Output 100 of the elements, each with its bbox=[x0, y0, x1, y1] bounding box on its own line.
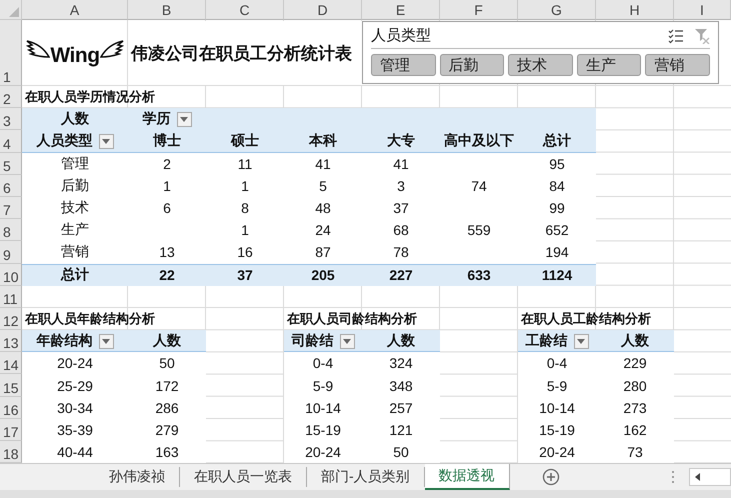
table-cell-text: 0-4 bbox=[312, 354, 334, 374]
column-header[interactable]: D bbox=[284, 0, 362, 20]
total-cell-text: 227 bbox=[388, 266, 414, 285]
table-cell-text: 41 bbox=[314, 154, 332, 174]
sheet-title: 伟凌公司在职员工分析统计表 bbox=[128, 21, 362, 85]
table-cell-text: 24 bbox=[314, 221, 332, 240]
slicer-item[interactable]: 后勤 bbox=[440, 54, 504, 76]
table-cell-text: 15-19 bbox=[538, 420, 576, 440]
table-cell-text: 78 bbox=[392, 243, 410, 262]
row-header[interactable]: 4 bbox=[0, 130, 22, 153]
table-cell-text: 324 bbox=[388, 354, 414, 374]
total-cell-text: 22 bbox=[158, 266, 176, 285]
total-cell-text: 633 bbox=[466, 266, 492, 285]
table-cell-text: 68 bbox=[392, 221, 410, 240]
row-header[interactable]: 6 bbox=[0, 174, 22, 197]
table-cell-text: 162 bbox=[622, 420, 648, 440]
table-cell-text: 2 bbox=[162, 154, 172, 174]
row-header[interactable]: 7 bbox=[0, 196, 22, 220]
table-cell-text: 0-4 bbox=[546, 354, 568, 374]
caret-icon bbox=[102, 338, 110, 344]
row-header[interactable]: 9 bbox=[0, 241, 22, 264]
row-header[interactable]: 13 bbox=[0, 330, 22, 352]
table-cell-text: 172 bbox=[154, 376, 180, 396]
column-header[interactable]: A bbox=[22, 0, 128, 20]
table-cell-text: 163 bbox=[154, 443, 180, 462]
table-cell-text: 50 bbox=[158, 354, 176, 374]
scroll-left-icon[interactable] bbox=[693, 472, 703, 482]
column-header[interactable]: C bbox=[206, 0, 284, 20]
field-label: 年龄结构 bbox=[36, 332, 92, 350]
row-header[interactable]: 14 bbox=[0, 352, 22, 374]
row-header[interactable]: 10 bbox=[0, 264, 22, 286]
row-header[interactable]: 11 bbox=[0, 286, 22, 308]
row-header[interactable]: 2 bbox=[0, 86, 22, 108]
table-cell-text: 348 bbox=[388, 376, 414, 396]
value-field-label: 人数 bbox=[60, 109, 90, 128]
table-cell-text: 6 bbox=[162, 199, 172, 218]
add-sheet-icon[interactable] bbox=[542, 468, 560, 486]
column-header[interactable]: I bbox=[674, 0, 731, 20]
row-header[interactable]: 3 bbox=[0, 108, 22, 130]
horizontal-scrollbar[interactable] bbox=[689, 468, 731, 486]
column-label: 总计 bbox=[542, 131, 572, 150]
table-cell-text: 20-24 bbox=[538, 443, 576, 462]
table-cell-text: 99 bbox=[548, 199, 566, 218]
table-cell-text: 5 bbox=[318, 176, 328, 196]
row-header[interactable]: 18 bbox=[0, 441, 22, 463]
column-label: 人数 bbox=[386, 331, 416, 350]
row-header[interactable]: 17 bbox=[0, 418, 22, 441]
column-header[interactable]: B bbox=[128, 0, 206, 20]
caret-icon bbox=[180, 116, 188, 122]
table-cell-text: 20-24 bbox=[304, 443, 342, 462]
wing-icon bbox=[100, 40, 124, 58]
table-cell-text: 5-9 bbox=[546, 376, 568, 396]
table-cell-text: 15-19 bbox=[304, 420, 342, 440]
sheet-tab[interactable]: 孙伟凌祯 bbox=[95, 467, 180, 487]
caret-icon bbox=[102, 138, 110, 144]
column-header[interactable]: E bbox=[362, 0, 440, 20]
pivot-title: 在职人员年龄结构分析 bbox=[24, 310, 156, 328]
row-label: 技术 bbox=[60, 198, 90, 218]
row-header[interactable]: 12 bbox=[0, 308, 22, 330]
pivot-title: 在职人员司龄结构分析 bbox=[286, 310, 418, 328]
slicer-item[interactable]: 管理 bbox=[371, 54, 436, 76]
table-cell-text: 25-29 bbox=[56, 376, 94, 396]
table-cell-text: 257 bbox=[388, 398, 414, 418]
total-cell-text: 205 bbox=[310, 266, 336, 285]
slicer-title: 人员类型 bbox=[371, 26, 432, 45]
row-header[interactable]: 16 bbox=[0, 396, 22, 419]
field-label: 司龄结 bbox=[292, 332, 334, 350]
table-cell-text: 30-34 bbox=[56, 398, 94, 418]
table-cell-text: 1 bbox=[162, 176, 172, 196]
field-label: 人员类型 bbox=[36, 132, 92, 150]
row-label: 管理 bbox=[60, 154, 90, 173]
table-cell-text: 37 bbox=[392, 199, 410, 218]
row-header[interactable]: 15 bbox=[0, 374, 22, 397]
column-label: 人数 bbox=[152, 331, 182, 350]
column-label: 大专 bbox=[386, 131, 416, 150]
field-label: 学历 bbox=[142, 110, 170, 128]
table-cell-text: 8 bbox=[240, 199, 250, 218]
column-label: 博士 bbox=[152, 131, 182, 150]
column-label: 硕士 bbox=[230, 131, 260, 150]
sheet-tab[interactable]: 在职人员一览表 bbox=[180, 467, 307, 487]
table-cell-text: 1 bbox=[240, 221, 250, 240]
column-header[interactable]: F bbox=[440, 0, 518, 20]
more-icon[interactable] bbox=[671, 470, 675, 484]
row-header[interactable]: 5 bbox=[0, 152, 22, 175]
table-cell-text: 87 bbox=[314, 243, 332, 262]
table-cell-text: 13 bbox=[158, 243, 176, 262]
slicer-item[interactable]: 技术 bbox=[508, 54, 573, 76]
row-header[interactable]: 8 bbox=[0, 219, 22, 242]
table-cell-text: 35-39 bbox=[56, 420, 94, 440]
column-header[interactable]: H bbox=[596, 0, 674, 20]
table-cell-text: 48 bbox=[314, 199, 332, 218]
table-cell-text: 229 bbox=[622, 354, 648, 374]
column-header[interactable]: G bbox=[518, 0, 596, 20]
field-label: 工龄结 bbox=[526, 332, 568, 350]
slicer-item[interactable]: 营销 bbox=[645, 54, 710, 76]
slicer-item[interactable]: 生产 bbox=[576, 54, 642, 76]
pivot-title: 在职人员学历情况分析 bbox=[24, 88, 156, 106]
row-header[interactable]: 1 bbox=[0, 20, 22, 86]
sheet-tab[interactable]: 数据透视 bbox=[424, 464, 510, 490]
multi-select-icon[interactable] bbox=[668, 28, 684, 44]
